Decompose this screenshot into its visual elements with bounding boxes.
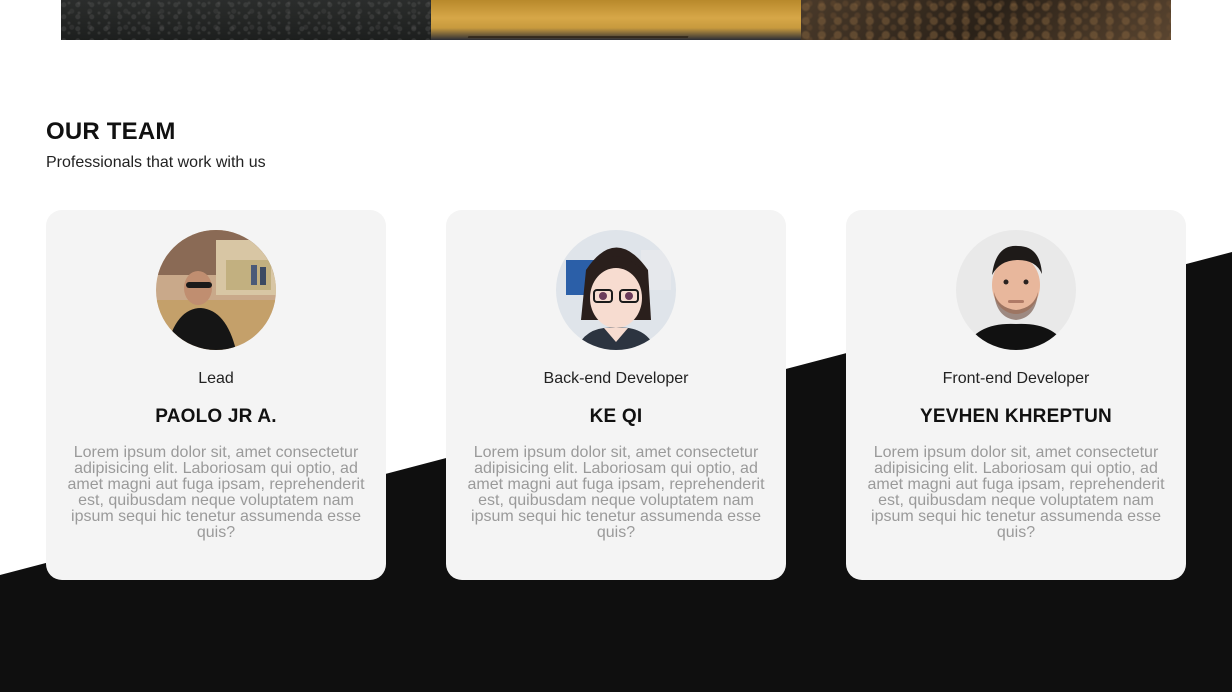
team-subtitle: Professionals that work with us — [46, 154, 266, 171]
team-cards: Lead PAOLO JR A. Lorem ipsum dolor sit, … — [46, 210, 1186, 580]
avatar — [956, 230, 1076, 350]
team-title: OUR TEAM — [46, 118, 176, 145]
member-bio: Lorem ipsum dolor sit, amet consectetur … — [67, 444, 365, 541]
member-name: PAOLO JR A. — [155, 406, 277, 427]
member-role: Lead — [198, 370, 234, 387]
team-card: Front-end Developer YEVHEN KHREPTUN Lore… — [846, 210, 1186, 580]
avatar — [156, 230, 276, 350]
gallery-image-3[interactable] — [801, 0, 1171, 40]
gallery-strip — [61, 0, 1171, 40]
member-role: Front-end Developer — [942, 370, 1090, 387]
team-card: Lead PAOLO JR A. Lorem ipsum dolor sit, … — [46, 210, 386, 580]
gallery-image-2[interactable] — [431, 0, 801, 40]
member-bio: Lorem ipsum dolor sit, amet consectetur … — [467, 444, 765, 541]
member-name: YEVHEN KHREPTUN — [920, 406, 1112, 427]
gallery-image-1[interactable] — [61, 0, 431, 40]
avatar — [556, 230, 676, 350]
page: OUR TEAM Professionals that work with us — [0, 0, 1232, 692]
team-card: Back-end Developer KE QI Lorem ipsum dol… — [446, 210, 786, 580]
member-name: KE QI — [589, 406, 643, 427]
team-header: OUR TEAM Professionals that work with us — [46, 116, 1186, 174]
member-role: Back-end Developer — [543, 370, 689, 387]
member-bio: Lorem ipsum dolor sit, amet consectetur … — [867, 444, 1165, 541]
